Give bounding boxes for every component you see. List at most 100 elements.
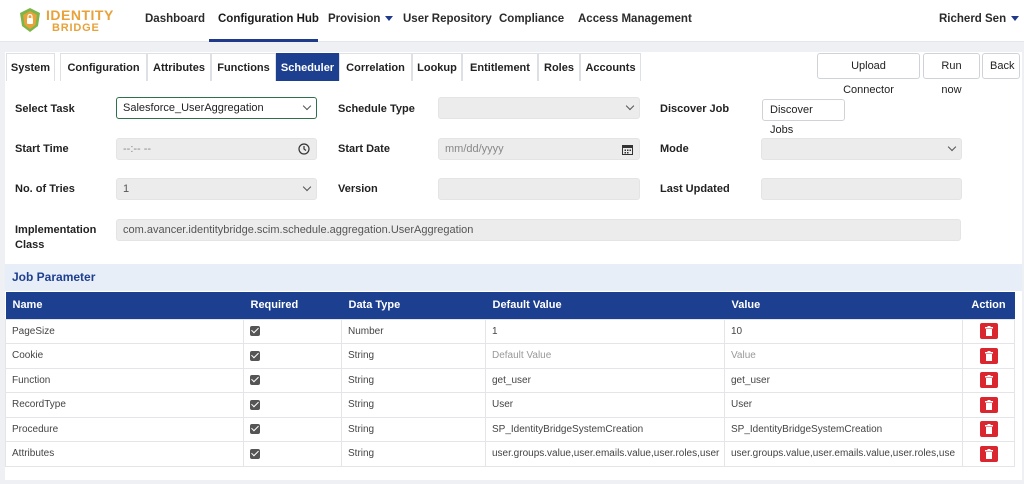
value-input[interactable]: User (724, 392, 963, 418)
param-name: Procedure (5, 416, 244, 442)
upload-connector-button[interactable]: Upload Connector (817, 53, 920, 96)
tab-scheduler[interactable]: Scheduler (276, 53, 339, 81)
col-name: Name (5, 292, 244, 319)
version-input[interactable] (438, 178, 640, 200)
default-value-input[interactable]: User (485, 392, 725, 418)
value-input[interactable]: 10 (724, 318, 963, 344)
chevron-down-icon (947, 142, 957, 152)
data-type: Number (341, 318, 486, 344)
nav-provision-label: Provision (328, 13, 381, 25)
tab-accounts[interactable]: Accounts (580, 53, 641, 81)
col-value: Value (724, 292, 963, 319)
data-type: String (341, 416, 486, 442)
last-updated-label: Last Updated (660, 183, 730, 195)
param-name: Cookie (5, 343, 244, 369)
checkbox-checked-icon[interactable] (250, 350, 260, 361)
tab-correlation[interactable]: Correlation (339, 53, 412, 81)
data-type: String (341, 343, 486, 369)
last-updated-input[interactable] (761, 178, 962, 200)
value-input[interactable]: Value (724, 343, 963, 369)
action-cell (962, 318, 1015, 344)
implementation-class-input[interactable]: com.avancer.identitybridge.scim.schedule… (116, 219, 961, 241)
data-type: String (341, 367, 486, 393)
mode-dropdown[interactable] (761, 138, 962, 160)
checkbox-checked-icon[interactable] (250, 399, 260, 410)
default-value-input[interactable]: SP_IdentityBridgeSystemCreation (485, 416, 725, 442)
col-action: Action (962, 292, 1015, 319)
user-name: Richerd Sen (939, 13, 1007, 25)
start-time-input[interactable]: --:-- -- (116, 138, 317, 160)
default-value-input[interactable]: user.groups.value,user.emails.value,user… (485, 441, 725, 467)
delete-button[interactable] (979, 372, 998, 389)
tab-roles[interactable]: Roles (538, 53, 580, 81)
table-row: RecordType String User User (5, 392, 1015, 418)
active-nav-indicator (209, 39, 318, 42)
scheduler-panel: System Configuration Attributes Function… (5, 52, 1022, 480)
top-navbar: IDENTITY BRIDGE Dashboard Configuration … (0, 0, 1024, 42)
checkbox-checked-icon[interactable] (250, 424, 260, 435)
checkbox-checked-icon[interactable] (250, 448, 260, 459)
value-input[interactable]: user.groups.value,user.emails.value,user… (724, 441, 963, 467)
required-cell (243, 318, 342, 344)
tab-bar: System Configuration Attributes Function… (5, 52, 1022, 96)
nav-access-management[interactable]: Access Management (578, 13, 692, 25)
nav-compliance[interactable]: Compliance (499, 13, 564, 25)
select-task-label: Select Task (15, 103, 75, 115)
tab-configuration[interactable]: Configuration (60, 53, 147, 81)
delete-button[interactable] (979, 421, 998, 438)
tries-dropdown[interactable]: 1 (116, 178, 317, 200)
start-time-placeholder: --:-- -- (123, 143, 152, 155)
tries-value: 1 (123, 183, 130, 195)
trash-icon (984, 448, 993, 459)
nav-dashboard[interactable]: Dashboard (145, 13, 205, 25)
checkbox-checked-icon[interactable] (250, 375, 260, 386)
delete-button[interactable] (979, 347, 998, 364)
nav-user-repository[interactable]: User Repository (403, 13, 492, 25)
identity-bridge-logo[interactable]: IDENTITY BRIDGE (12, 5, 122, 37)
caret-down-icon (385, 16, 394, 22)
chevron-down-icon (302, 182, 312, 192)
trash-icon (984, 326, 993, 337)
param-name: PageSize (5, 318, 244, 344)
start-time-label: Start Time (15, 143, 69, 155)
value-input[interactable]: get_user (724, 367, 963, 393)
trash-icon (984, 424, 993, 435)
default-value-input[interactable]: 1 (485, 318, 725, 344)
tab-entitlement[interactable]: Entitlement (462, 53, 538, 81)
tab-attributes[interactable]: Attributes (147, 53, 211, 81)
tries-label: No. of Tries (15, 183, 75, 195)
param-name: Attributes (5, 441, 244, 467)
clock-icon[interactable] (298, 143, 310, 155)
required-cell (243, 392, 342, 418)
table-row: Attributes String user.groups.value,user… (5, 441, 1015, 467)
col-data-type: Data Type (341, 292, 486, 319)
chevron-down-icon (625, 101, 635, 111)
trash-icon (984, 399, 993, 410)
schedule-type-dropdown[interactable] (438, 97, 640, 119)
discover-jobs-button[interactable]: Discover Jobs (762, 99, 845, 136)
select-task-dropdown[interactable]: Salesforce_UserAggregation (116, 97, 317, 119)
delete-button[interactable] (979, 445, 998, 462)
job-parameter-heading: Job Parameter (5, 264, 1022, 291)
calendar-icon[interactable] (622, 144, 633, 155)
default-value-input[interactable]: Default Value (485, 343, 725, 369)
tab-functions[interactable]: Functions (211, 53, 276, 81)
back-button[interactable]: Back (982, 53, 1020, 79)
tab-lookup[interactable]: Lookup (412, 53, 462, 81)
data-type: String (341, 392, 486, 418)
table-row: Function String get_user get_user (5, 367, 1015, 393)
tab-system[interactable]: System (6, 53, 55, 81)
trash-icon (984, 375, 993, 386)
nav-provision[interactable]: Provision (328, 13, 394, 25)
user-menu[interactable]: Richerd Sen (939, 13, 1020, 25)
value-input[interactable]: SP_IdentityBridgeSystemCreation (724, 416, 963, 442)
default-value-input[interactable]: get_user (485, 367, 725, 393)
nav-configuration-hub[interactable]: Configuration Hub (218, 13, 319, 25)
schedule-type-label: Schedule Type (338, 103, 415, 115)
run-now-button[interactable]: Run now (923, 53, 980, 96)
brand-line-2: BRIDGE (52, 22, 100, 34)
delete-button[interactable] (979, 396, 998, 413)
delete-button[interactable] (979, 323, 998, 340)
start-date-input[interactable]: mm/dd/yyyy (438, 138, 640, 160)
checkbox-checked-icon[interactable] (250, 326, 260, 337)
